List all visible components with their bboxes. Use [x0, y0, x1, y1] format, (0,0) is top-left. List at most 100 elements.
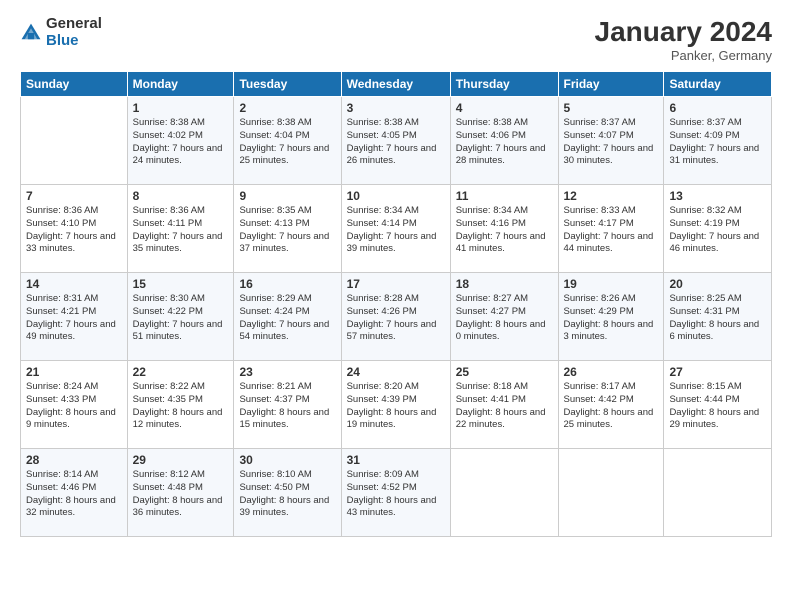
- calendar-cell-w3-d7: 20 Sunrise: 8:25 AMSunset: 4:31 PMDayligh…: [664, 273, 772, 361]
- col-saturday: Saturday: [664, 72, 772, 97]
- day-info: Sunrise: 8:09 AMSunset: 4:52 PMDaylight:…: [347, 469, 445, 520]
- day-info: Sunrise: 8:25 AMSunset: 4:31 PMDaylight:…: [669, 293, 766, 344]
- day-info: Sunrise: 8:34 AMSunset: 4:16 PMDaylight:…: [456, 205, 553, 256]
- calendar-cell-w4-d7: 27Sunrise: 8:15 AMSunset: 4:44 PMDayligh…: [664, 361, 772, 449]
- day-info: Sunrise: 8:12 AMSunset: 4:48 PMDaylight:…: [133, 469, 229, 520]
- day-number: 12: [564, 189, 659, 203]
- calendar-cell-w5-d4: 31 Sunrise: 8:09 AMSunset: 4:52 PMDayligh…: [341, 449, 450, 537]
- calendar-cell-w5-d3: 30Sunrise: 8:10 AMSunset: 4:50 PMDayligh…: [234, 449, 341, 537]
- calendar-cell-w3-d6: 19Sunrise: 8:26 AMSunset: 4:29 PMDayligh…: [558, 273, 664, 361]
- day-info: Sunrise: 8:36 AMSunset: 4:11 PMDaylight:…: [133, 205, 229, 256]
- day-number: 29: [133, 453, 229, 467]
- day-info: Sunrise: 8:27 AMSunset: 4:27 PMDaylight:…: [456, 293, 553, 344]
- calendar-page: General Blue January 2024 Panker, German…: [0, 0, 792, 612]
- day-number: 11: [456, 189, 553, 203]
- day-info: Sunrise: 8:31 AMSunset: 4:21 PMDaylight:…: [26, 293, 122, 344]
- calendar-cell-w1-d3: 2 Sunrise: 8:38 AMSunset: 4:04 PMDaylight…: [234, 97, 341, 185]
- calendar-cell-w5-d2: 29 Sunrise: 8:12 AMSunset: 4:48 PMDayligh…: [127, 449, 234, 537]
- day-number: 30: [239, 453, 335, 467]
- day-number: 22: [133, 365, 229, 379]
- calendar-cell-w1-d5: 4 Sunrise: 8:38 AMSunset: 4:06 PMDaylight…: [450, 97, 558, 185]
- day-info: Sunrise: 8:37 AMSunset: 4:07 PMDaylight:…: [564, 117, 659, 168]
- day-info: Sunrise: 8:24 AMSunset: 4:33 PMDaylight:…: [26, 381, 122, 432]
- day-info: Sunrise: 8:22 AMSunset: 4:35 PMDaylight:…: [133, 381, 229, 432]
- day-info: Sunrise: 8:33 AMSunset: 4:17 PMDaylight:…: [564, 205, 659, 256]
- day-number: 7: [26, 189, 122, 203]
- calendar-cell-w3-d3: 16Sunrise: 8:29 AMSunset: 4:24 PMDayligh…: [234, 273, 341, 361]
- logo-text: General Blue: [46, 16, 102, 49]
- day-info: Sunrise: 8:20 AMSunset: 4:39 PMDaylight:…: [347, 381, 445, 432]
- day-number: 16: [239, 277, 335, 291]
- calendar-cell-w2-d7: 13 Sunrise: 8:32 AMSunset: 4:19 PMDayligh…: [664, 185, 772, 273]
- calendar-cell-w3-d1: 14Sunrise: 8:31 AMSunset: 4:21 PMDayligh…: [21, 273, 128, 361]
- col-wednesday: Wednesday: [341, 72, 450, 97]
- day-info: Sunrise: 8:38 AMSunset: 4:02 PMDaylight:…: [133, 117, 229, 168]
- calendar-cell-w2-d1: 7 Sunrise: 8:36 AMSunset: 4:10 PMDaylight…: [21, 185, 128, 273]
- calendar-cell-w3-d5: 18 Sunrise: 8:27 AMSunset: 4:27 PMDayligh…: [450, 273, 558, 361]
- day-number: 20: [669, 277, 766, 291]
- day-number: 18: [456, 277, 553, 291]
- day-info: Sunrise: 8:17 AMSunset: 4:42 PMDaylight:…: [564, 381, 659, 432]
- day-info: Sunrise: 8:38 AMSunset: 4:05 PMDaylight:…: [347, 117, 445, 168]
- calendar-cell-w2-d4: 10 Sunrise: 8:34 AMSunset: 4:14 PMDayligh…: [341, 185, 450, 273]
- calendar-cell-w1-d6: 5Sunrise: 8:37 AMSunset: 4:07 PMDaylight…: [558, 97, 664, 185]
- day-info: Sunrise: 8:26 AMSunset: 4:29 PMDaylight:…: [564, 293, 659, 344]
- col-friday: Friday: [558, 72, 664, 97]
- day-info: Sunrise: 8:34 AMSunset: 4:14 PMDaylight:…: [347, 205, 445, 256]
- calendar-cell-w4-d2: 22 Sunrise: 8:22 AMSunset: 4:35 PMDayligh…: [127, 361, 234, 449]
- day-number: 24: [347, 365, 445, 379]
- day-number: 3: [347, 101, 445, 115]
- day-number: 28: [26, 453, 122, 467]
- day-info: Sunrise: 8:38 AMSunset: 4:04 PMDaylight:…: [239, 117, 335, 168]
- calendar-cell-w5-d7: [664, 449, 772, 537]
- week-row-5: 28 Sunrise: 8:14 AMSunset: 4:46 PMDayligh…: [21, 449, 772, 537]
- logo-blue-text: Blue: [46, 32, 79, 49]
- day-number: 31: [347, 453, 445, 467]
- col-tuesday: Tuesday: [234, 72, 341, 97]
- day-info: Sunrise: 8:30 AMSunset: 4:22 PMDaylight:…: [133, 293, 229, 344]
- calendar-cell-w3-d2: 15 Sunrise: 8:30 AMSunset: 4:22 PMDayligh…: [127, 273, 234, 361]
- col-monday: Monday: [127, 72, 234, 97]
- calendar-cell-w4-d6: 26 Sunrise: 8:17 AMSunset: 4:42 PMDayligh…: [558, 361, 664, 449]
- week-row-1: 1 Sunrise: 8:38 AMSunset: 4:02 PMDaylight…: [21, 97, 772, 185]
- day-number: 9: [239, 189, 335, 203]
- logo: General Blue: [20, 16, 102, 49]
- calendar-cell-w1-d1: [21, 97, 128, 185]
- week-row-3: 14Sunrise: 8:31 AMSunset: 4:21 PMDayligh…: [21, 273, 772, 361]
- day-number: 2: [239, 101, 335, 115]
- day-info: Sunrise: 8:21 AMSunset: 4:37 PMDaylight:…: [239, 381, 335, 432]
- day-info: Sunrise: 8:36 AMSunset: 4:10 PMDaylight:…: [26, 205, 122, 256]
- title-block: January 2024 Panker, Germany: [595, 16, 772, 63]
- day-number: 23: [239, 365, 335, 379]
- page-header: General Blue January 2024 Panker, German…: [20, 16, 772, 63]
- day-number: 13: [669, 189, 766, 203]
- calendar-cell-w2-d5: 11 Sunrise: 8:34 AMSunset: 4:16 PMDayligh…: [450, 185, 558, 273]
- month-title: January 2024: [595, 16, 772, 48]
- calendar-cell-w4-d5: 25Sunrise: 8:18 AMSunset: 4:41 PMDayligh…: [450, 361, 558, 449]
- day-number: 8: [133, 189, 229, 203]
- calendar-cell-w4-d3: 23 Sunrise: 8:21 AMSunset: 4:37 PMDayligh…: [234, 361, 341, 449]
- day-number: 21: [26, 365, 122, 379]
- day-number: 26: [564, 365, 659, 379]
- day-info: Sunrise: 8:32 AMSunset: 4:19 PMDaylight:…: [669, 205, 766, 256]
- calendar-cell-w1-d4: 3 Sunrise: 8:38 AMSunset: 4:05 PMDaylight…: [341, 97, 450, 185]
- day-number: 4: [456, 101, 553, 115]
- calendar-cell-w5-d1: 28 Sunrise: 8:14 AMSunset: 4:46 PMDayligh…: [21, 449, 128, 537]
- day-info: Sunrise: 8:15 AMSunset: 4:44 PMDaylight:…: [669, 381, 766, 432]
- calendar-cell-w2-d3: 9 Sunrise: 8:35 AMSunset: 4:13 PMDaylight…: [234, 185, 341, 273]
- day-number: 15: [133, 277, 229, 291]
- calendar-header-row: Sunday Monday Tuesday Wednesday Thursday…: [21, 72, 772, 97]
- day-number: 1: [133, 101, 229, 115]
- calendar-cell-w4-d1: 21 Sunrise: 8:24 AMSunset: 4:33 PMDayligh…: [21, 361, 128, 449]
- day-number: 10: [347, 189, 445, 203]
- day-info: Sunrise: 8:35 AMSunset: 4:13 PMDaylight:…: [239, 205, 335, 256]
- day-info: Sunrise: 8:38 AMSunset: 4:06 PMDaylight:…: [456, 117, 553, 168]
- day-info: Sunrise: 8:18 AMSunset: 4:41 PMDaylight:…: [456, 381, 553, 432]
- calendar-cell-w1-d7: 6Sunrise: 8:37 AMSunset: 4:09 PMDaylight…: [664, 97, 772, 185]
- logo-general-text: General: [46, 15, 102, 32]
- day-info: Sunrise: 8:37 AMSunset: 4:09 PMDaylight:…: [669, 117, 766, 168]
- calendar-cell-w2-d6: 12 Sunrise: 8:33 AMSunset: 4:17 PMDayligh…: [558, 185, 664, 273]
- day-info: Sunrise: 8:14 AMSunset: 4:46 PMDaylight:…: [26, 469, 122, 520]
- col-thursday: Thursday: [450, 72, 558, 97]
- day-number: 17: [347, 277, 445, 291]
